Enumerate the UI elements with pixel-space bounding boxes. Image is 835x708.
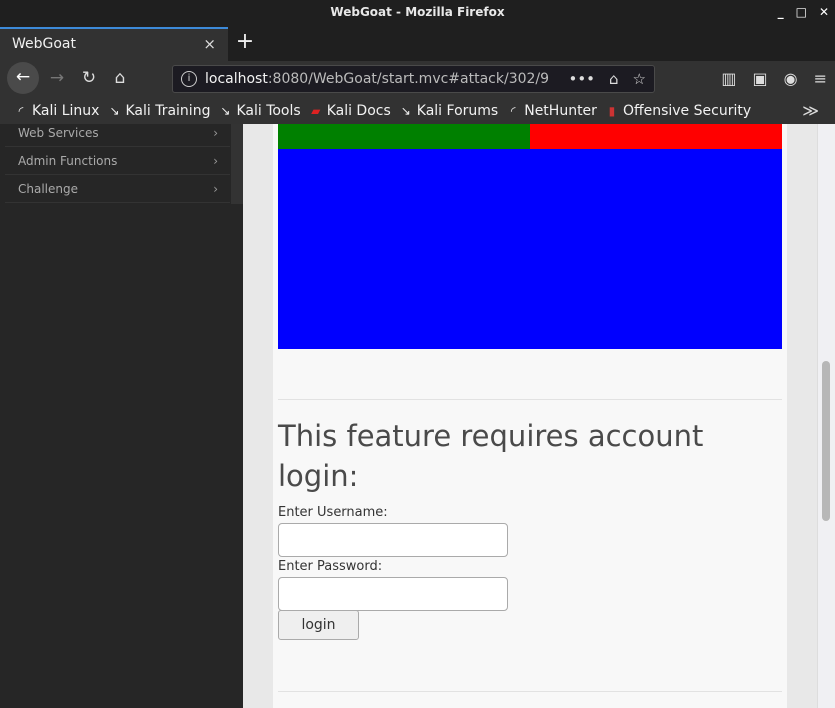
bookmark-kali-tools[interactable]: ↘ Kali Tools — [218, 103, 300, 119]
offensive-security-icon: ▮ — [608, 103, 616, 118]
bookmark-label: Kali Linux — [32, 102, 100, 119]
lesson-panel: This feature requires account login: Ent… — [273, 124, 787, 708]
kali-linux-icon: ◜ — [18, 103, 24, 118]
chevron-right-icon: › — [213, 182, 218, 196]
bookmark-kali-docs[interactable]: ▰ Kali Docs — [309, 103, 391, 119]
maximize-icon[interactable]: □ — [796, 0, 807, 24]
bookmark-label: Offensive Security — [622, 102, 752, 119]
toolbar-right-icons: ▥ ▣ ◉ ≡ — [721, 64, 827, 94]
nethunter-icon: ◜ — [510, 103, 516, 118]
divider — [278, 691, 782, 692]
password-label: Enter Password: — [278, 559, 383, 574]
chevron-right-icon: › — [213, 154, 218, 168]
browser-content: Web Services › Admin Functions › Challen… — [0, 124, 835, 708]
bookmark-offensive-security[interactable]: ▮ Offensive Security — [605, 102, 752, 119]
blue-block — [278, 149, 782, 349]
bookmark-label: Kali Training — [125, 102, 211, 119]
scrollbar-thumb[interactable] — [822, 361, 830, 521]
bookmark-label: NetHunter — [524, 102, 597, 119]
bookmark-kali-training[interactable]: ↘ Kali Training — [107, 103, 210, 119]
minimize-icon[interactable]: _ — [778, 0, 784, 24]
menu-icon[interactable]: ≡ — [814, 64, 827, 94]
pocket-icon[interactable]: ⌂ — [609, 66, 619, 92]
webgoat-sidebar: Web Services › Admin Functions › Challen… — [0, 124, 243, 708]
chevron-right-icon: › — [213, 126, 218, 140]
close-tab-icon[interactable]: × — [203, 29, 216, 59]
window-title: WebGoat - Mozilla Firefox — [330, 5, 505, 19]
divider — [278, 399, 782, 400]
lesson-page: This feature requires account login: Ent… — [243, 124, 817, 708]
bookmark-star-icon[interactable]: ☆ — [633, 66, 646, 92]
window-controls: _ □ ✕ — [778, 0, 829, 24]
tab-webgoat[interactable]: WebGoat × — [0, 27, 228, 61]
url-path: :8080/WebGoat/start.mvc#attack/302/9 — [267, 71, 550, 87]
sidebar-item-label: Web Services — [18, 126, 99, 140]
sidebar-item-challenge[interactable]: Challenge › — [5, 175, 230, 203]
library-icon[interactable]: ▥ — [721, 64, 736, 94]
login-heading: This feature requires account login: — [278, 419, 704, 493]
bookmark-label: Kali Tools — [236, 102, 301, 119]
green-block — [278, 124, 530, 149]
back-button[interactable]: ← — [7, 62, 39, 94]
new-tab-button[interactable]: + — [234, 27, 256, 57]
bookmark-nethunter[interactable]: ◜ NetHunter — [506, 103, 597, 119]
bookmark-label: Kali Docs — [326, 102, 391, 119]
sidebar-item-web-services[interactable]: Web Services › — [5, 124, 230, 147]
info-icon[interactable]: i — [181, 71, 197, 87]
url-actions: ••• ⌂ ☆ — [568, 66, 646, 92]
bookmarks-toolbar: ◜ Kali Linux ↘ Kali Training ↘ Kali Tools ▰… — [0, 97, 835, 124]
window-titlebar: WebGoat - Mozilla Firefox _ □ ✕ — [0, 0, 835, 24]
sidebar-toggle-icon[interactable]: ▣ — [753, 64, 768, 94]
forward-button[interactable]: → — [42, 63, 72, 93]
tab-bar: WebGoat × + — [0, 24, 835, 61]
kali-tools-icon: ↘ — [220, 103, 231, 118]
page-actions-icon[interactable]: ••• — [568, 66, 595, 92]
kali-training-icon: ↘ — [109, 103, 120, 118]
address-bar[interactable]: i localhost:8080/WebGoat/start.mvc#attac… — [172, 65, 655, 93]
navigation-toolbar: ← → ↻ ⌂ i localhost:8080/WebGoat/start.m… — [0, 61, 835, 97]
username-label: Enter Username: — [278, 505, 388, 520]
tab-title: WebGoat — [12, 36, 77, 52]
login-button[interactable]: login — [278, 610, 359, 640]
password-field[interactable] — [278, 577, 508, 611]
bookmark-kali-forums[interactable]: ↘ Kali Forums — [399, 103, 498, 119]
kali-forums-icon: ↘ — [400, 103, 411, 118]
home-button[interactable]: ⌂ — [105, 63, 135, 93]
red-block — [530, 124, 782, 149]
url-host: localhost — [205, 71, 268, 87]
username-field[interactable] — [278, 523, 508, 557]
sidebar-item-label: Challenge — [18, 182, 78, 196]
bookmark-label: Kali Forums — [416, 102, 499, 119]
sidebar-item-label: Admin Functions — [18, 154, 118, 168]
kali-docs-icon: ▰ — [311, 103, 321, 118]
bookmarks-overflow-icon[interactable]: ≫ — [802, 97, 819, 124]
scrollbar[interactable] — [817, 124, 835, 708]
sidebar-divider — [231, 124, 243, 204]
reload-button[interactable]: ↻ — [74, 63, 104, 93]
close-window-icon[interactable]: ✕ — [819, 0, 829, 24]
sidebar-item-admin-functions[interactable]: Admin Functions › — [5, 147, 230, 175]
account-icon[interactable]: ◉ — [784, 64, 798, 94]
bookmark-kali-linux[interactable]: ◜ Kali Linux — [14, 102, 100, 119]
